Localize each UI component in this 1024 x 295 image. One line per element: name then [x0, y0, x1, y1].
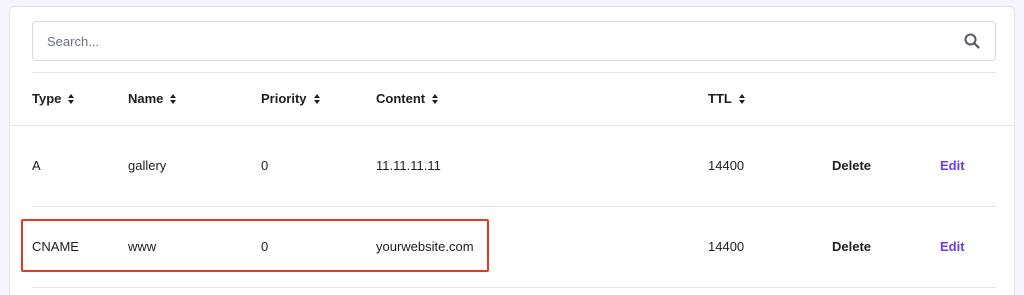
cell-name: gallery [128, 158, 167, 173]
column-label: Content [376, 91, 426, 106]
sort-icon [313, 93, 320, 104]
column-label: Name [128, 91, 164, 106]
column-header-type[interactable]: Type [32, 91, 75, 106]
column-header-content[interactable]: Content [376, 91, 439, 106]
edit-button[interactable]: Edit [940, 207, 965, 287]
column-label: Type [32, 91, 62, 106]
delete-button[interactable]: Delete [832, 126, 871, 206]
search-box[interactable]: Search... [32, 21, 996, 61]
table-header: Type Name Priority Content TTL [10, 73, 1016, 125]
cell-content: 11.11.11.11 [376, 158, 441, 173]
search-icon[interactable] [963, 32, 981, 50]
column-header-name[interactable]: Name [128, 91, 177, 106]
column-label: TTL [708, 91, 732, 106]
highlight-box [21, 219, 489, 272]
cell-ttl: 14400 [708, 239, 745, 254]
delete-button[interactable]: Delete [832, 207, 871, 287]
search-input[interactable]: Search... [47, 34, 963, 49]
edit-button[interactable]: Edit [940, 126, 965, 206]
sort-icon [738, 93, 745, 104]
cell-ttl: 14400 [708, 158, 745, 173]
divider [32, 287, 996, 288]
table-row: A gallery 0 11.11.11.11 14400 Delete Edi… [10, 126, 1016, 206]
column-header-ttl[interactable]: TTL [708, 91, 746, 106]
sort-icon [432, 93, 439, 104]
sort-icon [170, 93, 177, 104]
column-label: Priority [261, 91, 307, 106]
cell-type: A [32, 158, 41, 173]
cell-priority: 0 [261, 158, 269, 173]
column-header-priority[interactable]: Priority [261, 91, 321, 106]
sort-icon [68, 93, 75, 104]
